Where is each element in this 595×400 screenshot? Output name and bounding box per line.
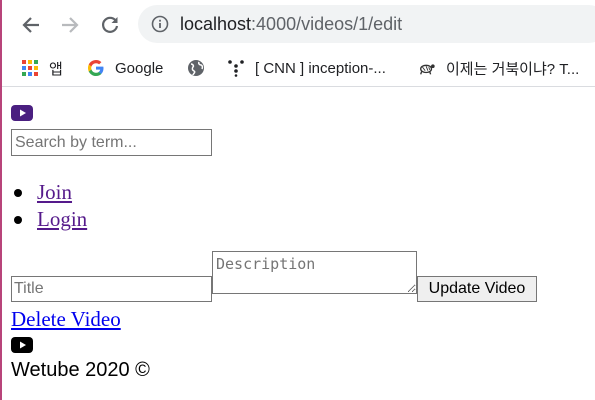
page-content: Join Login Update Video Delete Video Wet… xyxy=(11,88,595,400)
reload-icon xyxy=(102,16,119,33)
google-g-icon xyxy=(87,59,105,77)
forward-arrow-icon xyxy=(62,17,79,33)
bookmark-globe[interactable] xyxy=(187,56,215,80)
youtube-logo-icon[interactable] xyxy=(11,105,33,121)
info-icon xyxy=(151,15,169,33)
apps-grid-icon xyxy=(21,59,39,77)
nav-item-login: Login xyxy=(13,206,87,233)
delete-video-link[interactable]: Delete Video xyxy=(11,307,121,332)
youtube-footer-icon xyxy=(11,337,33,353)
dots-logo-icon xyxy=(227,59,245,77)
back-button[interactable] xyxy=(17,11,45,39)
bookmark-label: 앱 xyxy=(49,60,63,78)
forward-button[interactable] xyxy=(56,11,84,39)
url-path: :4000/videos/1/edit xyxy=(251,14,403,34)
login-link[interactable]: Login xyxy=(37,207,87,231)
bookmark-turtle[interactable]: 이제는 거북이냐? T... xyxy=(418,56,579,80)
bookmark-cnn-inception[interactable]: [ CNN ] inception-... xyxy=(227,56,386,80)
update-video-button[interactable]: Update Video xyxy=(417,276,537,302)
turtle-icon xyxy=(418,59,436,77)
bookmark-apps[interactable]: 앱 xyxy=(21,56,63,80)
url-text: localhost:4000/videos/1/edit xyxy=(180,14,402,35)
browser-toolbar: localhost:4000/videos/1/edit xyxy=(2,0,595,50)
bookmarks-bar: 앱 Google [ CNN ] inception-... 이제는 거북이냐?… xyxy=(2,50,595,87)
address-bar[interactable]: localhost:4000/videos/1/edit xyxy=(138,5,595,43)
footer-text: Wetube 2020 © xyxy=(11,359,150,381)
url-host: localhost xyxy=(180,14,252,34)
bookmark-label: [ CNN ] inception-... xyxy=(255,59,386,77)
reload-button[interactable] xyxy=(96,11,124,39)
description-field[interactable] xyxy=(212,251,417,294)
nav-item-join: Join xyxy=(13,179,87,206)
back-arrow-icon xyxy=(22,17,39,33)
title-field[interactable] xyxy=(11,276,212,302)
search-input[interactable] xyxy=(11,129,212,156)
bookmark-label: Google xyxy=(115,59,164,77)
nav-menu: Join Login xyxy=(13,179,87,233)
globe-icon xyxy=(187,59,205,77)
join-link[interactable]: Join xyxy=(37,180,72,204)
bookmark-label: 이제는 거북이냐? T... xyxy=(446,60,580,78)
bookmark-google[interactable]: Google xyxy=(87,56,163,80)
